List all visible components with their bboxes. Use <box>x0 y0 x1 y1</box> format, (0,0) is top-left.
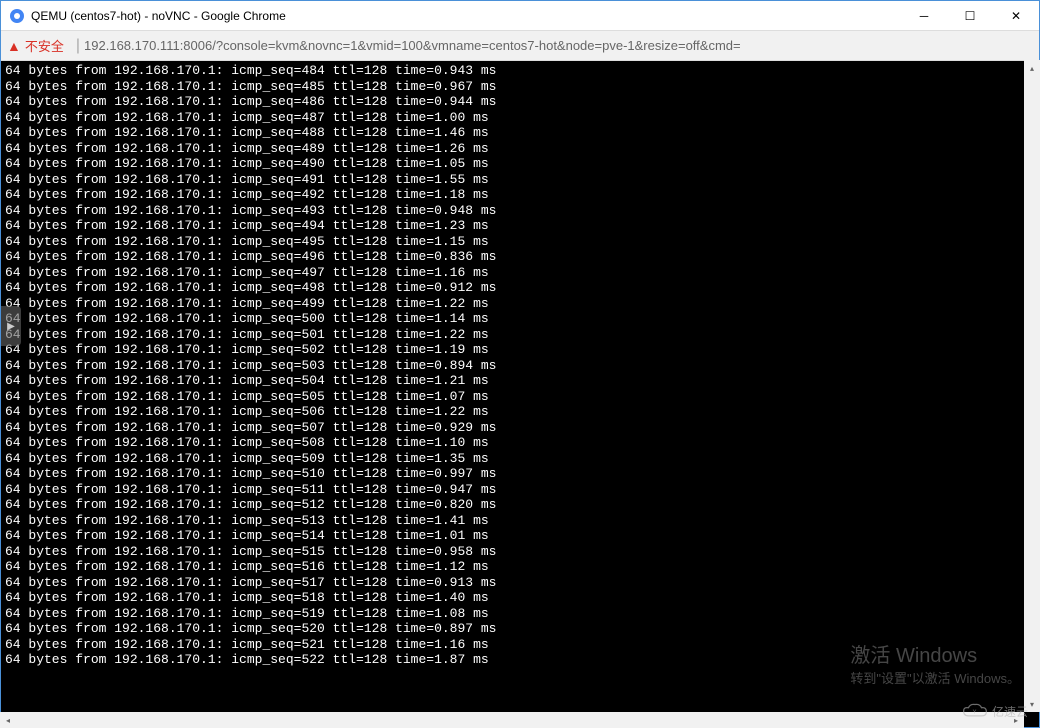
insecure-icon: ▲ <box>7 38 21 54</box>
novnc-sidebar-toggle[interactable]: ▶ <box>1 306 21 346</box>
svg-text:Y: Y <box>973 709 977 715</box>
scroll-left-button[interactable]: ◂ <box>0 712 16 728</box>
scrollbar-horizontal[interactable]: ◂ ▸ <box>0 712 1024 728</box>
scroll-track-h[interactable] <box>16 712 1008 728</box>
vnc-viewport[interactable]: ▶ 64 bytes from 192.168.170.1: icmp_seq=… <box>1 61 1039 727</box>
scrollbar-vertical[interactable]: ▴ ▾ <box>1024 60 1040 712</box>
chrome-window: QEMU (centos7-hot) - noVNC - Google Chro… <box>0 0 1040 728</box>
cloud-label: 亿速云 <box>992 703 1028 720</box>
maximize-button[interactable]: ☐ <box>947 1 993 30</box>
window-controls: ─ ☐ ✕ <box>901 1 1039 30</box>
address-bar[interactable]: ▲ 不安全 | 192.168.170.111:8006/?console=kv… <box>1 31 1039 61</box>
watermark-subtitle: 转到"设置"以激活 Windows。 <box>850 670 1020 688</box>
windows-activation-watermark: 激活 Windows 转到"设置"以激活 Windows。 <box>850 642 1020 688</box>
cloud-logo: Y 亿速云 <box>962 702 1028 720</box>
window-title: QEMU (centos7-hot) - noVNC - Google Chro… <box>31 9 901 23</box>
minimize-button[interactable]: ─ <box>901 1 947 30</box>
titlebar[interactable]: QEMU (centos7-hot) - noVNC - Google Chro… <box>1 1 1039 31</box>
url-text[interactable]: 192.168.170.111:8006/?console=kvm&novnc=… <box>84 38 741 53</box>
scroll-up-button[interactable]: ▴ <box>1024 60 1040 76</box>
insecure-label: 不安全 <box>25 36 64 55</box>
cloud-icon: Y <box>962 702 988 720</box>
app-icon <box>9 8 25 24</box>
divider: | <box>76 37 80 55</box>
terminal-output[interactable]: 64 bytes from 192.168.170.1: icmp_seq=48… <box>1 61 1039 727</box>
close-button[interactable]: ✕ <box>993 1 1039 30</box>
scroll-track-v[interactable] <box>1024 76 1040 696</box>
watermark-title: 激活 Windows <box>850 642 1020 670</box>
